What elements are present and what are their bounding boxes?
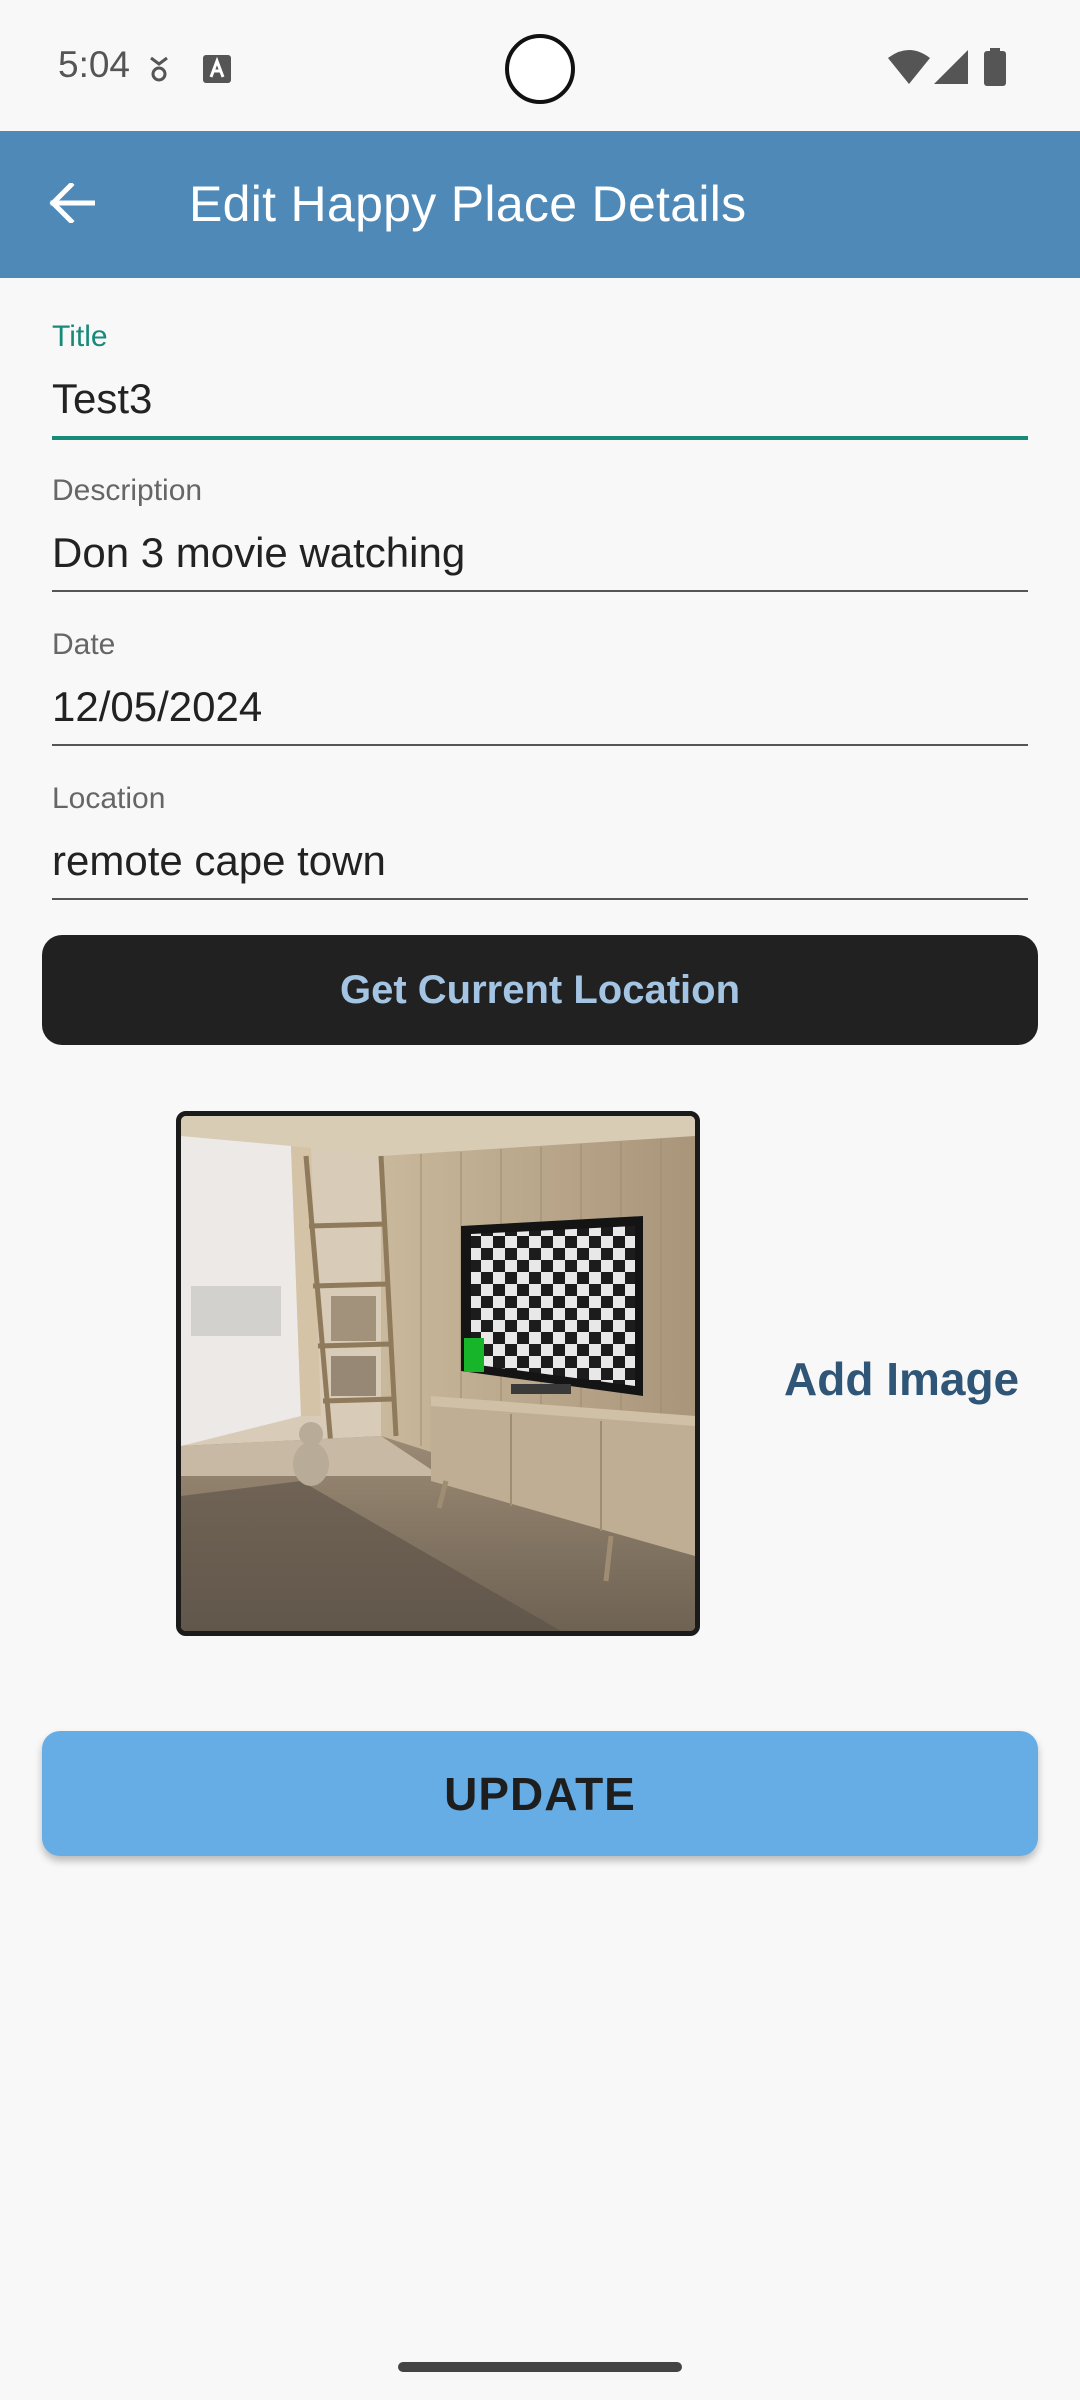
date-field-underline bbox=[52, 744, 1028, 746]
notification-dot-icon bbox=[147, 54, 171, 89]
date-field[interactable]: Date 12/05/2024 bbox=[52, 628, 1028, 748]
arrow-left-icon bbox=[49, 180, 96, 228]
description-field-value[interactable]: Don 3 movie watching bbox=[52, 529, 1028, 577]
description-field[interactable]: Description Don 3 movie watching bbox=[52, 474, 1028, 594]
location-field-value[interactable]: remote cape town bbox=[52, 837, 1028, 885]
location-field-label: Location bbox=[52, 782, 166, 815]
app-bar-title: Edit Happy Place Details bbox=[189, 176, 747, 232]
location-field-underline bbox=[52, 898, 1028, 900]
status-bar: 5:04 bbox=[0, 0, 1080, 131]
title-field-label: Title bbox=[52, 320, 108, 353]
back-button[interactable] bbox=[30, 167, 114, 243]
update-button[interactable]: UPDATE bbox=[42, 1731, 1038, 1856]
title-field-value[interactable]: Test3 bbox=[52, 375, 1028, 423]
battery-icon bbox=[984, 48, 1006, 91]
get-current-location-label: Get Current Location bbox=[339, 967, 741, 1012]
home-indicator[interactable] bbox=[398, 2362, 682, 2372]
description-field-underline bbox=[52, 590, 1028, 592]
status-time: 5:04 bbox=[58, 44, 131, 85]
text-a-icon bbox=[203, 55, 231, 88]
camera-cutout bbox=[505, 34, 575, 104]
update-button-label: UPDATE bbox=[444, 1767, 636, 1820]
get-current-location-button[interactable]: Get Current Location bbox=[42, 935, 1038, 1045]
title-field-underline bbox=[52, 436, 1028, 440]
add-image-button[interactable]: Add Image bbox=[784, 1352, 1019, 1406]
description-field-label: Description bbox=[52, 474, 203, 507]
wifi-icon bbox=[888, 50, 930, 89]
date-field-value[interactable]: 12/05/2024 bbox=[52, 683, 1028, 731]
date-field-label: Date bbox=[52, 628, 116, 661]
app-bar: Edit Happy Place Details bbox=[0, 131, 1080, 278]
room-tv-photo bbox=[181, 1116, 695, 1631]
edit-happy-place-screen: 5:04 Edit Happy Place Details Title Test… bbox=[0, 0, 1080, 2400]
place-image[interactable] bbox=[176, 1111, 700, 1636]
location-field[interactable]: Location remote cape town bbox=[52, 782, 1028, 902]
title-field[interactable]: Title Test3 bbox=[52, 320, 1028, 442]
cellular-signal-icon bbox=[934, 50, 968, 89]
